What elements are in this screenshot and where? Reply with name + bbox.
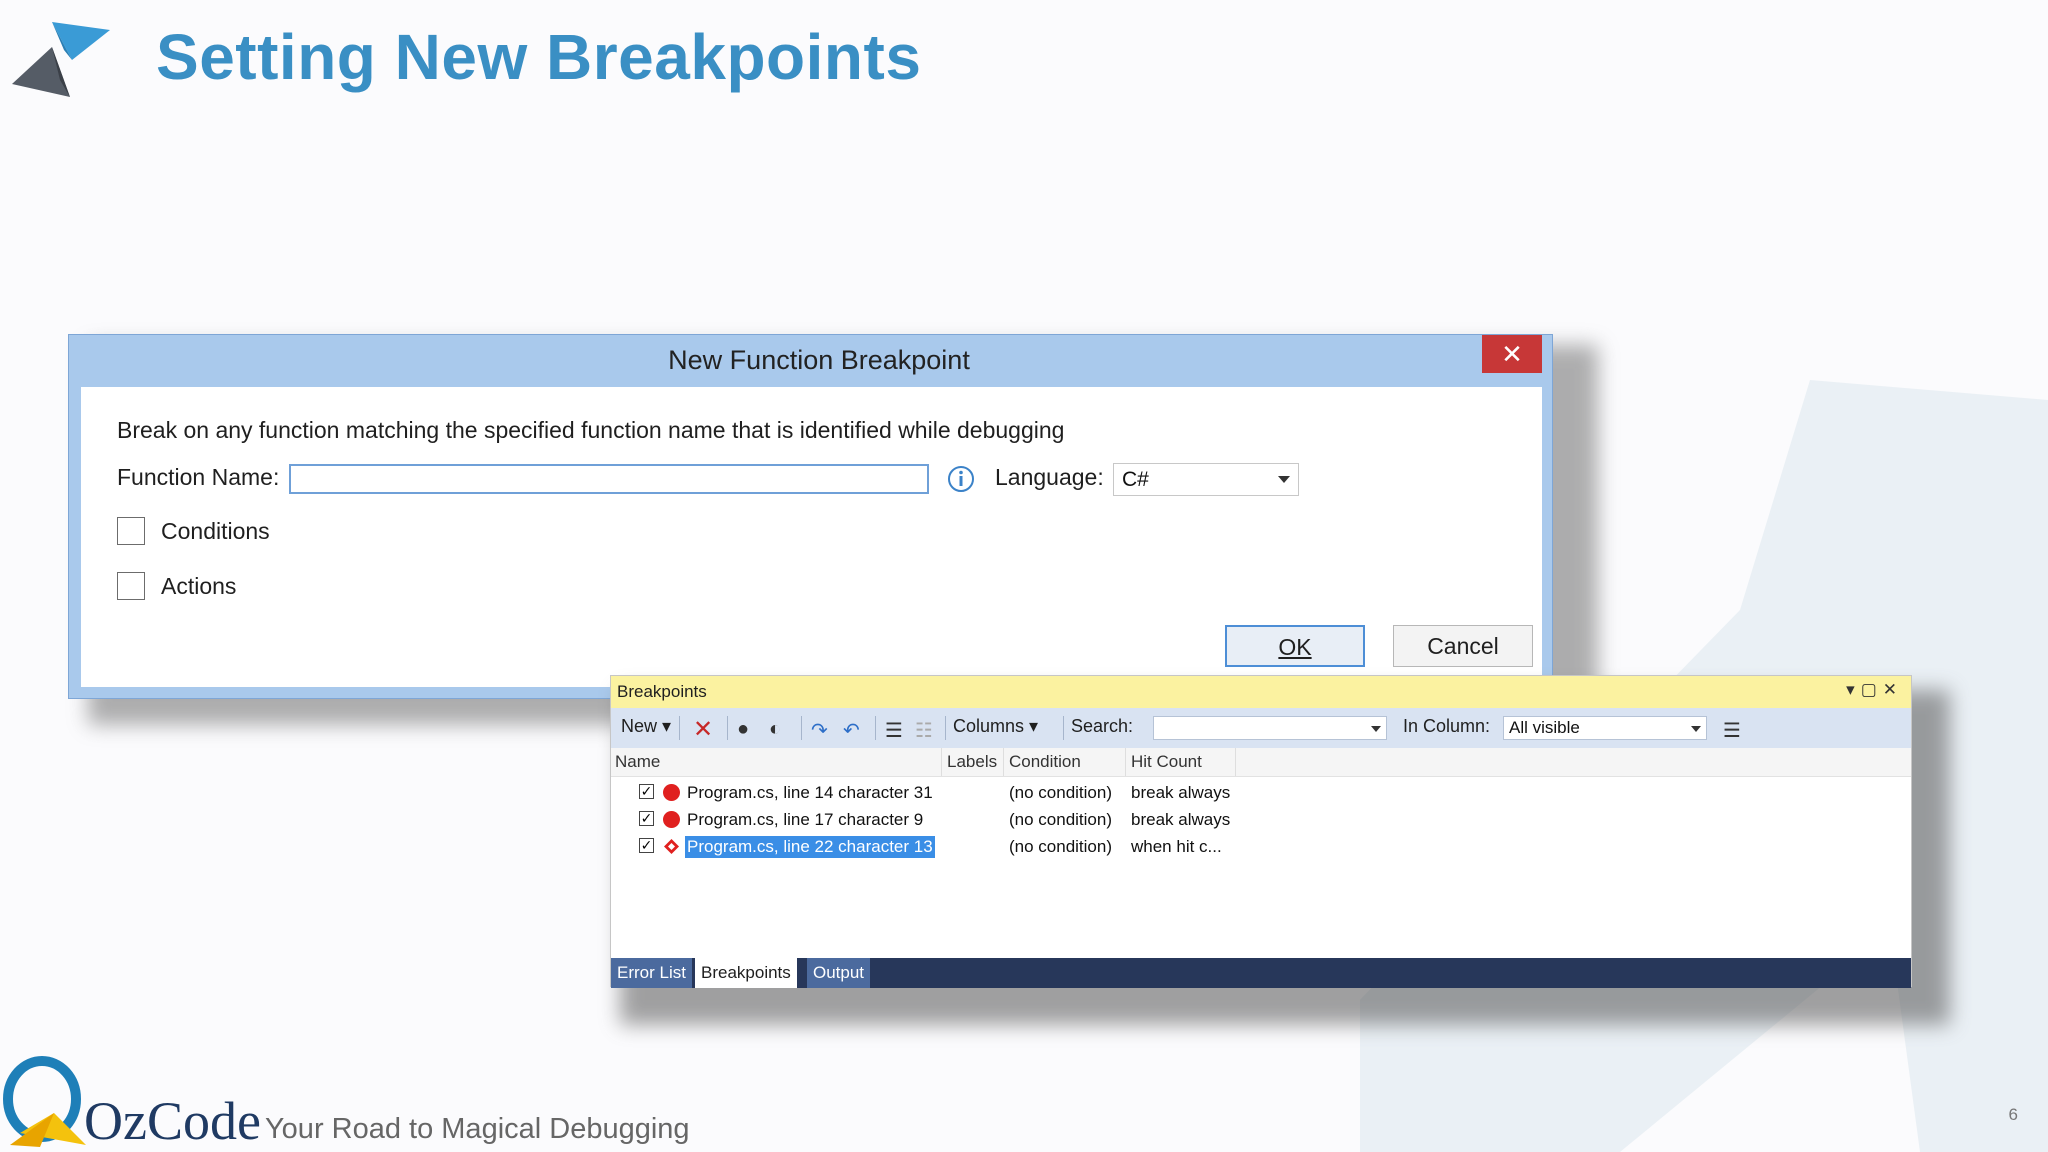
breakpoint-dot-icon <box>663 784 680 801</box>
breakpoints-titlebar: Breakpoints ▾▢✕ <box>611 676 1911 708</box>
new-label: New <box>621 716 658 736</box>
breakpoint-row[interactable]: ✓ Program.cs, line 14 character 31 (no c… <box>611 779 1911 806</box>
columns-button[interactable]: Columns ▾ <box>953 716 1038 737</box>
toolbar-separator <box>801 716 802 740</box>
breakpoint-enabled-checkbox[interactable]: ✓ <box>639 838 654 853</box>
chevron-down-icon <box>1371 726 1381 732</box>
brand-tagline: Your Road to Magical Debugging <box>265 1113 690 1145</box>
close-icon[interactable]: ✕ <box>1883 680 1903 699</box>
dialog-description: Break on any function matching the speci… <box>117 417 1065 443</box>
go-to-source-icon[interactable]: ↷ <box>811 718 828 743</box>
breakpoint-condition: (no condition) <box>1009 783 1113 802</box>
breakpoint-hit-count: break always <box>1131 810 1231 829</box>
breakpoint-row[interactable]: ✓ Program.cs, line 17 character 9 (no co… <box>611 806 1911 833</box>
ok-button[interactable]: OK <box>1225 625 1365 667</box>
breakpoint-condition: (no condition) <box>1009 810 1113 829</box>
column-separator <box>941 748 942 776</box>
column-hit-count[interactable]: Hit Count <box>1131 752 1202 772</box>
in-column-value: All visible <box>1509 718 1580 737</box>
maximize-icon[interactable]: ▢ <box>1861 680 1883 699</box>
export-icon[interactable]: ☰ <box>885 718 903 743</box>
chevron-down-icon <box>1278 476 1290 483</box>
column-separator <box>1003 748 1004 776</box>
bottom-tab-strip: Error List Breakpoints Output <box>611 958 1911 988</box>
ozcode-logo-icon <box>3 1056 86 1147</box>
breakpoint-name: Program.cs, line 17 character 9 <box>687 810 924 829</box>
breakpoints-column-header: Name Labels Condition Hit Count <box>611 748 1911 777</box>
language-select[interactable]: C# <box>1113 463 1299 496</box>
in-column-select[interactable]: All visible <box>1503 716 1707 740</box>
slide-title: Setting New Breakpoints <box>156 21 922 93</box>
info-icon[interactable] <box>947 465 975 493</box>
breakpoint-name: Program.cs, line 22 character 13 <box>685 836 935 858</box>
column-condition[interactable]: Condition <box>1009 752 1081 772</box>
tab-error-list[interactable]: Error List <box>611 958 692 988</box>
toolbar-separator <box>679 716 680 740</box>
toolbar-separator <box>1063 716 1064 740</box>
tab-output[interactable]: Output <box>807 958 871 988</box>
function-name-input[interactable] <box>289 464 929 494</box>
conditional-breakpoint-icon <box>664 839 679 854</box>
go-to-disassembly-icon[interactable]: ↶ <box>843 718 860 743</box>
search-label: Search: <box>1071 716 1134 736</box>
toolbar-separator <box>727 716 728 740</box>
conditions-checkbox[interactable] <box>117 517 145 545</box>
breakpoint-enabled-checkbox[interactable]: ✓ <box>639 811 654 826</box>
tab-breakpoints[interactable]: Breakpoints <box>695 958 797 988</box>
breakpoint-hit-count: break always <box>1131 783 1231 802</box>
toolbar-separator <box>875 716 876 740</box>
brand-name: OzCode <box>84 1091 261 1151</box>
ok-button-label: OK <box>1278 634 1312 660</box>
column-separator <box>1125 748 1126 776</box>
breakpoints-title: Breakpoints <box>617 682 707 701</box>
actions-checkbox[interactable] <box>117 572 145 600</box>
new-breakpoint-button[interactable]: New ▾ <box>621 716 671 737</box>
disable-all-icon[interactable]: ◐ <box>769 718 781 741</box>
toolbar-separator <box>945 716 946 740</box>
clear-search-icon[interactable]: ☰ <box>1723 718 1741 743</box>
breakpoint-dot-icon <box>663 811 680 828</box>
delete-icon[interactable]: ✕ <box>693 715 713 744</box>
column-name[interactable]: Name <box>615 752 660 772</box>
column-separator <box>1235 748 1236 776</box>
slide-logo-arrow-icon <box>12 22 110 97</box>
function-name-label: Function Name: <box>117 464 280 490</box>
conditions-label: Conditions <box>161 518 270 544</box>
breakpoints-pane: Breakpoints ▾▢✕ New ▾ ✕ ● ◐ ↷ ↶ ☰ ☷ Colu… <box>610 675 1912 988</box>
cancel-button[interactable]: Cancel <box>1393 625 1533 667</box>
dropdown-icon[interactable]: ▾ <box>1846 680 1861 699</box>
dialog-body: Break on any function matching the speci… <box>81 387 1542 687</box>
in-column-label: In Column: <box>1403 716 1491 736</box>
search-input[interactable] <box>1153 716 1387 740</box>
breakpoint-row-selected[interactable]: ✓ Program.cs, line 22 character 13 (no c… <box>611 833 1911 860</box>
close-icon[interactable]: ✕ <box>1482 335 1542 373</box>
breakpoints-toolbar: New ▾ ✕ ● ◐ ↷ ↶ ☰ ☷ Columns ▾ Search: In… <box>611 708 1911 748</box>
breakpoint-condition: (no condition) <box>1009 837 1113 856</box>
enable-all-icon[interactable]: ● <box>737 718 749 741</box>
breakpoint-name: Program.cs, line 14 character 31 <box>687 783 933 802</box>
chevron-down-icon <box>1691 726 1701 732</box>
language-value: C# <box>1122 468 1149 491</box>
dialog-title: New Function Breakpoint <box>668 345 970 375</box>
breakpoint-hit-count: when hit c... <box>1131 837 1222 856</box>
column-labels[interactable]: Labels <box>947 752 997 772</box>
columns-label: Columns <box>953 716 1025 736</box>
window-controls: ▾▢✕ <box>1846 680 1903 700</box>
breakpoint-enabled-checkbox[interactable]: ✓ <box>639 784 654 799</box>
actions-label: Actions <box>161 573 237 599</box>
new-function-breakpoint-dialog: New Function Breakpoint ✕ Break on any f… <box>68 334 1553 699</box>
page-number: 6 <box>2008 1105 2018 1124</box>
language-label: Language: <box>995 464 1104 490</box>
import-icon[interactable]: ☷ <box>915 718 933 743</box>
